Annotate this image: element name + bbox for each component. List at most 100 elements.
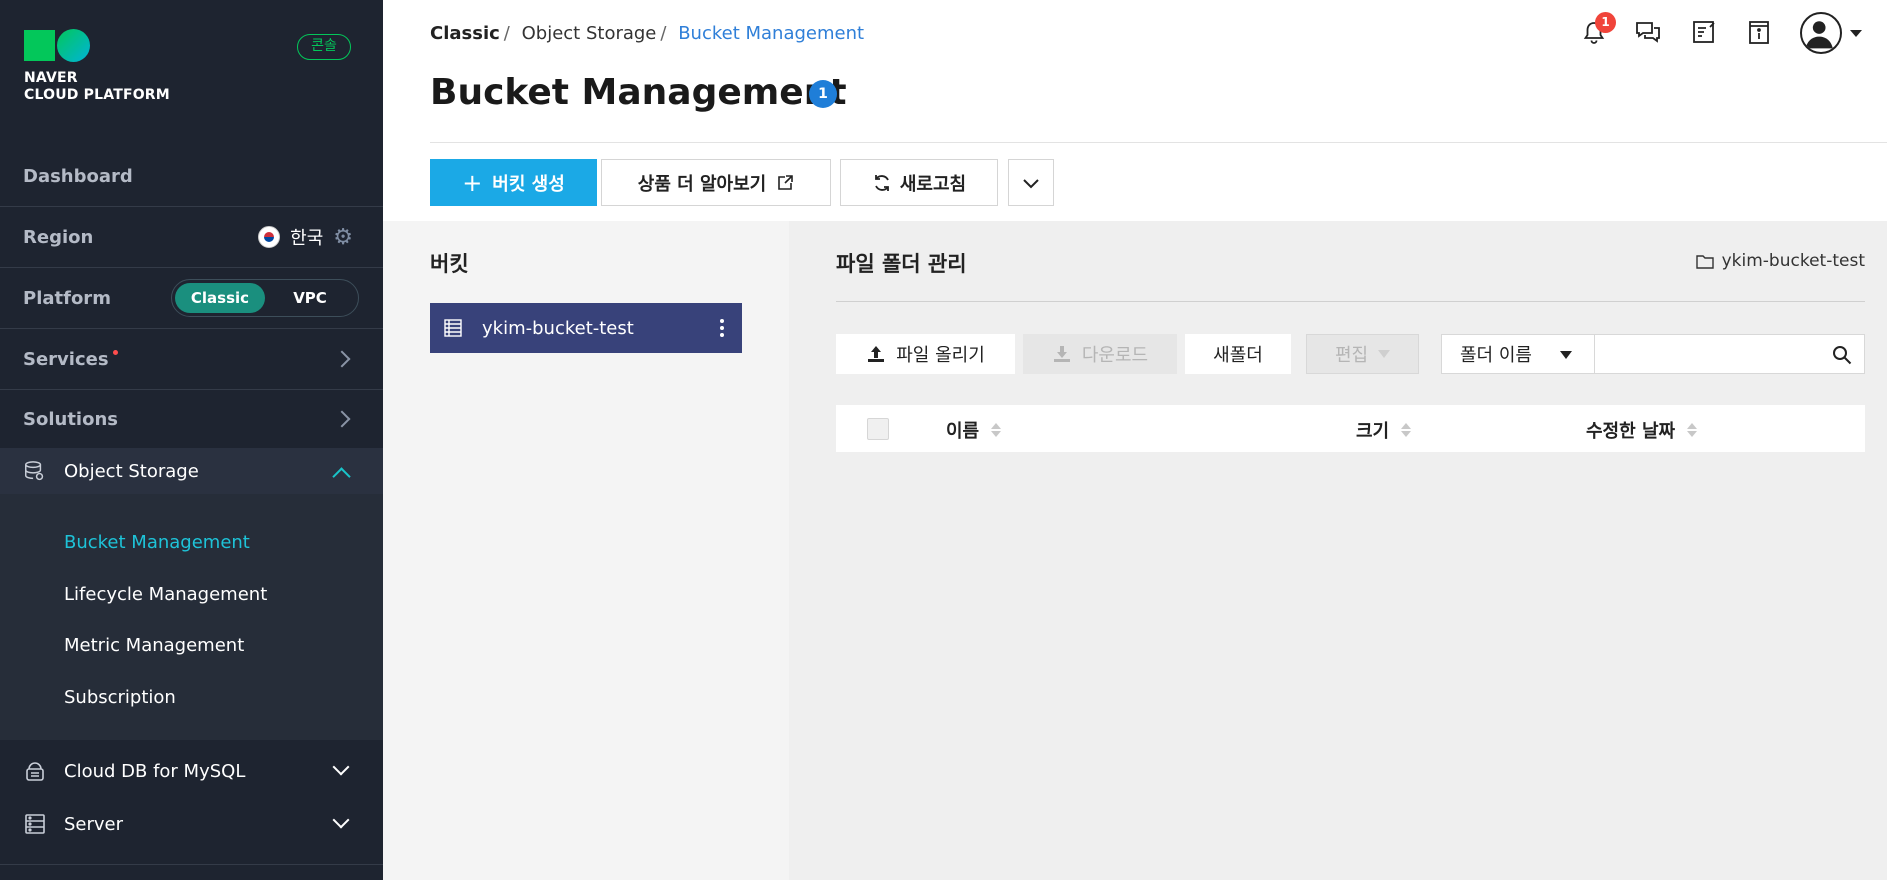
chevron-down-icon: [332, 811, 350, 829]
submenu-subscription[interactable]: Subscription: [64, 687, 176, 708]
upload-file-button[interactable]: 파일 올리기: [836, 334, 1015, 374]
object-storage-submenu: Bucket Management Lifecycle Management M…: [0, 494, 383, 740]
nav-cloud-db-label: Cloud DB for MySQL: [64, 760, 246, 782]
logo-line2: CLOUD PLATFORM: [24, 87, 170, 103]
new-folder-button[interactable]: 새폴더: [1185, 334, 1291, 374]
column-name[interactable]: 이름: [946, 417, 1002, 443]
nav-platform: Platform Classic VPC: [0, 268, 383, 328]
nav-object-storage-label: Object Storage: [64, 460, 199, 482]
nav-platform-label: Platform: [23, 287, 111, 309]
memo-icon[interactable]: [1688, 16, 1720, 48]
refresh-label: 새로고침: [899, 173, 967, 195]
nav-region-label: Region: [23, 226, 94, 248]
page-title: Bucket Management: [430, 72, 847, 113]
user-menu-caret-icon[interactable]: [1850, 30, 1862, 37]
gear-icon[interactable]: ⚙: [333, 225, 353, 250]
breadcrumb-classic[interactable]: Classic: [430, 23, 500, 44]
file-manager-heading: 파일 폴더 관리: [836, 252, 967, 276]
nav-region: Region 한국 ⚙: [0, 207, 383, 267]
submenu-bucket-management[interactable]: Bucket Management: [64, 532, 250, 553]
search-input[interactable]: [1595, 335, 1815, 373]
console-badge[interactable]: 콘솔: [297, 34, 351, 60]
create-bucket-button[interactable]: + 버킷 생성: [430, 159, 597, 206]
platform-option-vpc[interactable]: VPC: [265, 283, 355, 313]
sort-icon: [991, 423, 1002, 437]
file-table-header: 이름 크기 수정한 날짜: [836, 405, 1865, 452]
nav-solutions-label: Solutions: [23, 408, 118, 430]
file-manager-divider: [836, 301, 1865, 302]
edit-label: 편집: [1334, 345, 1369, 366]
breadcrumb: Classic / Object Storage / Bucket Manageme…: [430, 23, 865, 44]
cloud-db-icon: [26, 762, 44, 781]
sidebar: NAVER CLOUD PLATFORM 콘솔 Dashboard Region…: [0, 0, 383, 880]
bucket-list-item[interactable]: ykim-bucket-test: [430, 303, 742, 353]
breadcrumb-bucket-management[interactable]: Bucket Management: [678, 23, 864, 44]
chevron-up-icon: [332, 467, 351, 486]
create-bucket-label: 버킷 생성: [492, 173, 565, 195]
breadcrumb-object-storage[interactable]: Object Storage: [522, 23, 657, 44]
chevron-down-icon: [1023, 178, 1039, 188]
new-indicator-dot: [112, 349, 118, 355]
upload-file-label: 파일 올리기: [896, 345, 985, 366]
logo-mark: [24, 29, 170, 62]
nav-server-label: Server: [64, 813, 124, 835]
caret-down-icon: [1560, 351, 1572, 359]
refresh-button[interactable]: 새로고침: [840, 159, 998, 206]
sort-icon: [1401, 423, 1412, 437]
notification-count-badge: 1: [1595, 12, 1616, 33]
download-button[interactable]: 다운로드: [1023, 334, 1177, 374]
download-label: 다운로드: [1081, 345, 1149, 366]
more-actions-button[interactable]: [1008, 159, 1054, 206]
nav-services[interactable]: Services: [0, 329, 383, 389]
search-field: [1595, 334, 1865, 374]
chevron-right-icon: [333, 410, 351, 428]
ncp-logo[interactable]: NAVER CLOUD PLATFORM: [24, 29, 170, 104]
nav-dashboard-label: Dashboard: [23, 165, 133, 187]
user-avatar-icon[interactable]: [1800, 12, 1842, 54]
search-icon[interactable]: [1832, 345, 1852, 365]
chevron-right-icon: [333, 350, 351, 368]
folder-icon: [1695, 254, 1714, 269]
external-link-icon: [778, 174, 794, 190]
nav-dashboard[interactable]: Dashboard: [0, 146, 383, 206]
platform-toggle[interactable]: Classic VPC: [171, 279, 359, 317]
new-folder-label: 새폴더: [1213, 345, 1263, 366]
search-type-value: 폴더 이름: [1460, 345, 1532, 366]
region-value[interactable]: 한국: [290, 224, 323, 250]
server-icon: [25, 814, 45, 834]
database-icon: [25, 461, 44, 481]
refresh-icon: [874, 174, 889, 191]
bucket-heading: 버킷: [430, 252, 469, 276]
submenu-lifecycle-management[interactable]: Lifecycle Management: [64, 584, 267, 605]
column-modified-date[interactable]: 수정한 날짜: [1586, 417, 1698, 443]
bucket-list-icon: [444, 319, 462, 337]
nav-solutions[interactable]: Solutions: [0, 390, 383, 448]
platform-option-classic[interactable]: Classic: [175, 283, 265, 313]
chat-icon[interactable]: [1632, 16, 1664, 48]
nav-object-storage[interactable]: Object Storage: [0, 448, 383, 494]
bucket-name: ykim-bucket-test: [482, 317, 634, 339]
plus-icon: +: [462, 168, 483, 197]
chevron-down-icon: [332, 758, 350, 776]
download-icon: [1053, 346, 1070, 362]
nav-server[interactable]: Server: [0, 798, 383, 850]
select-all-checkbox[interactable]: [867, 418, 889, 440]
upload-icon: [868, 346, 885, 362]
logo-line1: NAVER: [24, 70, 78, 86]
column-modified-date-label: 수정한 날짜: [1586, 421, 1676, 442]
kebab-menu-icon[interactable]: [720, 319, 724, 340]
nav-cloud-db-mysql[interactable]: Cloud DB for MySQL: [0, 745, 383, 797]
title-count-badge[interactable]: 1: [809, 80, 837, 108]
column-name-label: 이름: [946, 421, 980, 442]
nav-services-label: Services: [23, 348, 109, 370]
column-size-label: 크기: [1356, 421, 1390, 442]
column-size[interactable]: 크기: [1356, 417, 1412, 443]
submenu-metric-management[interactable]: Metric Management: [64, 635, 244, 656]
file-panel: [789, 221, 1887, 880]
search-type-select[interactable]: 폴더 이름: [1441, 334, 1595, 374]
korea-flag-icon: [258, 226, 281, 248]
info-icon[interactable]: [1743, 16, 1775, 48]
learn-more-button[interactable]: 상품 더 알아보기: [601, 159, 831, 206]
learn-more-label: 상품 더 알아보기: [637, 173, 767, 195]
edit-dropdown[interactable]: 편집: [1306, 334, 1419, 374]
